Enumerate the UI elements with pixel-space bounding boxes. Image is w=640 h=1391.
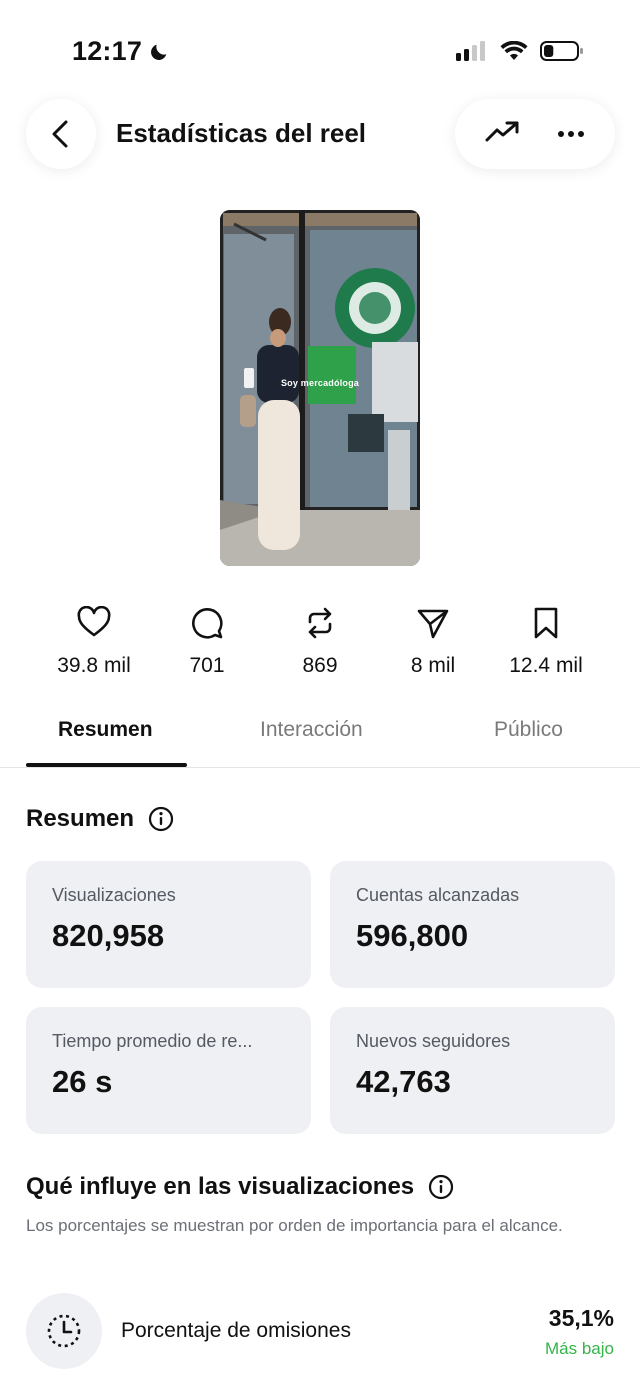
metric-card-new-followers[interactable]: Nuevos seguidores 42,763 [330,1007,615,1134]
comment-icon [192,608,223,639]
more-horizontal-icon [558,131,584,137]
status-bar: 12:17 [0,0,640,100]
wifi-icon [500,41,528,60]
metric-card-watch-time[interactable]: Tiempo promedio de re... 26 s [26,1007,311,1134]
row-value: 35,1% [548,1305,614,1331]
share-icon [417,609,449,639]
metric-card-reach[interactable]: Cuentas alcanzadas 596,800 [330,861,615,988]
stat-value: 701 [189,654,225,677]
metric-value: 596,800 [356,918,469,953]
stat-shares: 8 mil [377,606,489,678]
active-tab-indicator [26,763,187,767]
influence-title: Qué influye en las visualizaciones [26,1173,415,1200]
trending-up-icon [485,121,519,141]
row-status: Más bajo [545,1339,614,1358]
metric-label: Cuentas alcanzadas [356,885,520,905]
stat-value: 39.8 mil [57,654,131,677]
metric-card-views[interactable]: Visualizaciones 820,958 [26,861,311,988]
page-title: Estadísticas del reel [116,118,367,148]
metric-label: Nuevos seguidores [356,1031,511,1051]
save-icon [534,607,558,639]
info-icon[interactable] [428,1174,454,1200]
reel-stats: 39.8 mil 701 869 8 mil 12.4 mil [38,606,602,678]
tab-resumen[interactable]: Resumen [58,718,153,742]
influence-heading: Qué influye en las visualizaciones [26,1173,454,1201]
battery-icon [540,41,583,61]
stat-comments: 701 [151,606,263,678]
header-actions [455,99,615,169]
tab-interaccion[interactable]: Interacción [260,718,363,742]
summary-heading: Resumen [26,805,174,833]
more-options-button[interactable] [557,125,585,143]
influence-row-skip-rate[interactable]: Porcentaje de omisiones 35,1% Más bajo [26,1293,614,1369]
metric-label: Visualizaciones [52,885,176,905]
row-icon-container [26,1293,102,1369]
moon-icon [151,44,167,60]
metric-label: Tiempo promedio de re... [52,1031,253,1051]
trending-button[interactable] [485,120,521,149]
metric-value: 42,763 [356,1064,451,1099]
influence-description: Los porcentajes se muestran por orden de… [26,1216,563,1235]
info-icon[interactable] [148,806,174,832]
metric-value: 26 s [52,1064,113,1099]
reel-caption: Soy mercadóloga [280,378,360,388]
tab-publico[interactable]: Público [494,718,563,742]
stat-value: 12.4 mil [509,654,583,677]
back-button[interactable] [26,99,96,169]
stat-saves: 12.4 mil [490,606,602,678]
tab-bar: Resumen Interacción Público [0,706,640,768]
row-label: Porcentaje de omisiones [121,1319,351,1342]
reel-thumbnail[interactable]: Soy mercadóloga [220,210,420,566]
summary-title: Resumen [26,805,135,832]
clock-text: 12:17 [72,36,143,66]
stat-value: 869 [302,654,338,677]
stat-value: 8 mil [410,654,456,677]
stat-reposts: 869 [264,606,376,678]
status-indicators [456,40,584,62]
status-time: 12:17 [72,36,170,67]
chevron-left-icon [52,120,68,148]
reel-preview-image [220,210,420,566]
heart-icon [77,606,111,637]
timer-icon [47,1314,81,1348]
cellular-signal-icon [456,41,485,61]
stat-likes: 39.8 mil [38,606,150,678]
repost-icon [308,607,332,639]
metric-value: 820,958 [52,918,165,953]
